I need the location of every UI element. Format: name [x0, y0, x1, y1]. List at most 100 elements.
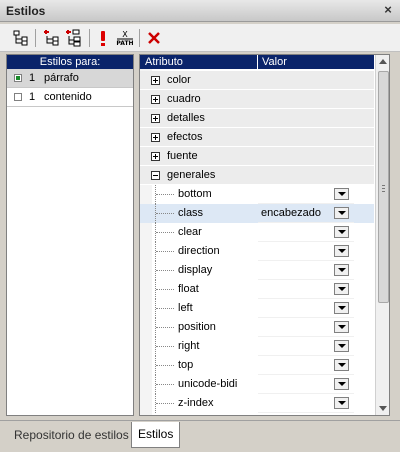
- property-row[interactable]: clear: [140, 223, 374, 242]
- property-row[interactable]: top: [140, 356, 374, 375]
- xpath-label: PATH: [116, 40, 133, 47]
- group-row[interactable]: fuente: [140, 147, 374, 166]
- property-row[interactable]: float: [140, 280, 374, 299]
- property-name: right: [178, 340, 200, 352]
- property-name: bottom: [178, 188, 212, 200]
- property-name: display: [178, 264, 213, 276]
- important-icon[interactable]: [93, 28, 113, 48]
- property-row[interactable]: unicode-bidi: [140, 375, 374, 394]
- group-label: cuadro: [167, 93, 201, 105]
- tab-bar: Repositorio de estilos Estilos: [0, 420, 400, 452]
- group-label: fuente: [167, 150, 198, 162]
- xpath-icon[interactable]: X PATH: [115, 28, 135, 48]
- dropdown-button[interactable]: [334, 359, 349, 371]
- count: 1: [29, 72, 36, 84]
- group-row[interactable]: efectos: [140, 128, 374, 147]
- property-row[interactable]: bottom: [140, 185, 374, 204]
- property-value[interactable]: [258, 223, 354, 242]
- property-row[interactable]: right: [140, 337, 374, 356]
- tree-structure-icon[interactable]: [11, 28, 31, 48]
- checkbox[interactable]: [14, 93, 22, 101]
- group-label: efectos: [167, 131, 203, 143]
- toolbar-separator: [89, 29, 90, 47]
- toolbar: X PATH: [0, 24, 400, 52]
- property-value[interactable]: [258, 337, 354, 356]
- collapse-icon[interactable]: [151, 171, 160, 180]
- tab-repositorio[interactable]: Repositorio de estilos: [8, 424, 135, 446]
- column-divider[interactable]: [257, 55, 258, 69]
- scroll-up-icon[interactable]: [379, 59, 387, 64]
- property-value[interactable]: [258, 356, 354, 375]
- property-row[interactable]: class encabezado: [140, 204, 374, 223]
- title-bar: Estilos ×: [0, 0, 400, 22]
- scroll-thumb[interactable]: [378, 71, 389, 303]
- property-value[interactable]: [258, 394, 354, 413]
- group-row[interactable]: detalles: [140, 109, 374, 128]
- count: 1: [29, 91, 36, 103]
- grip-icon: [382, 185, 385, 192]
- property-value[interactable]: [258, 375, 354, 394]
- dropdown-button[interactable]: [334, 302, 349, 314]
- properties-panel: Atributo Valor color cuadro detalles efe…: [139, 54, 390, 416]
- expand-icon[interactable]: [151, 114, 160, 123]
- list-item[interactable]: 1 contenido: [7, 88, 133, 107]
- property-row[interactable]: direction: [140, 242, 374, 261]
- property-row[interactable]: position: [140, 318, 374, 337]
- property-name: class: [178, 207, 204, 219]
- dropdown-button[interactable]: [334, 321, 349, 333]
- column-attr: Atributo: [145, 56, 183, 68]
- expand-icon[interactable]: [151, 152, 160, 161]
- property-value[interactable]: [258, 242, 354, 261]
- vertical-scrollbar[interactable]: [375, 55, 389, 415]
- dropdown-button[interactable]: [334, 397, 349, 409]
- property-row[interactable]: display: [140, 261, 374, 280]
- dropdown-button[interactable]: [334, 378, 349, 390]
- group-label: generales: [167, 169, 216, 181]
- toolbar-separator: [139, 29, 140, 47]
- property-name: left: [178, 302, 193, 314]
- expand-icon[interactable]: [151, 76, 160, 85]
- dropdown-button[interactable]: [334, 226, 349, 238]
- property-value[interactable]: encabezado: [258, 204, 354, 223]
- dropdown-button[interactable]: [334, 207, 349, 219]
- property-value[interactable]: [258, 185, 354, 204]
- styles-for-header: Estilos para:: [7, 55, 133, 69]
- scroll-down-icon[interactable]: [379, 406, 387, 411]
- group-row[interactable]: generales: [140, 166, 374, 185]
- expand-icon[interactable]: [151, 95, 160, 104]
- add-style-icon[interactable]: [41, 28, 61, 48]
- svg-text:X: X: [122, 30, 128, 39]
- window-title: Estilos: [6, 4, 46, 18]
- group-label: color: [167, 74, 191, 86]
- expand-icon[interactable]: [151, 133, 160, 142]
- property-value[interactable]: [258, 280, 354, 299]
- property-name: float: [178, 283, 199, 295]
- delete-icon[interactable]: [144, 28, 164, 48]
- close-icon[interactable]: ×: [381, 3, 395, 17]
- group-row[interactable]: color: [140, 71, 374, 90]
- property-value[interactable]: [258, 318, 354, 337]
- add-style-multi-icon[interactable]: [63, 28, 83, 48]
- property-value[interactable]: [258, 261, 354, 280]
- group-row[interactable]: cuadro: [140, 90, 374, 109]
- element-name: párrafo: [44, 72, 79, 84]
- list-item[interactable]: 1 párrafo: [7, 69, 133, 88]
- properties-header: Atributo Valor: [140, 55, 374, 69]
- property-name: unicode-bidi: [178, 378, 238, 390]
- column-value: Valor: [262, 56, 287, 68]
- property-name: direction: [178, 245, 220, 257]
- property-value[interactable]: [258, 299, 354, 318]
- property-row[interactable]: z-index: [140, 394, 374, 413]
- dropdown-button[interactable]: [334, 245, 349, 257]
- dropdown-button[interactable]: [334, 340, 349, 352]
- property-name: top: [178, 359, 194, 371]
- dropdown-button[interactable]: [334, 283, 349, 295]
- tab-estilos[interactable]: Estilos: [131, 422, 181, 448]
- dropdown-button[interactable]: [334, 188, 349, 200]
- toolbar-separator: [35, 29, 36, 47]
- dropdown-button[interactable]: [334, 264, 349, 276]
- checkbox[interactable]: [14, 74, 22, 82]
- property-name: z-index: [178, 397, 214, 409]
- property-row[interactable]: left: [140, 299, 374, 318]
- styles-for-panel: Estilos para: 1 párrafo 1 contenido: [6, 54, 134, 416]
